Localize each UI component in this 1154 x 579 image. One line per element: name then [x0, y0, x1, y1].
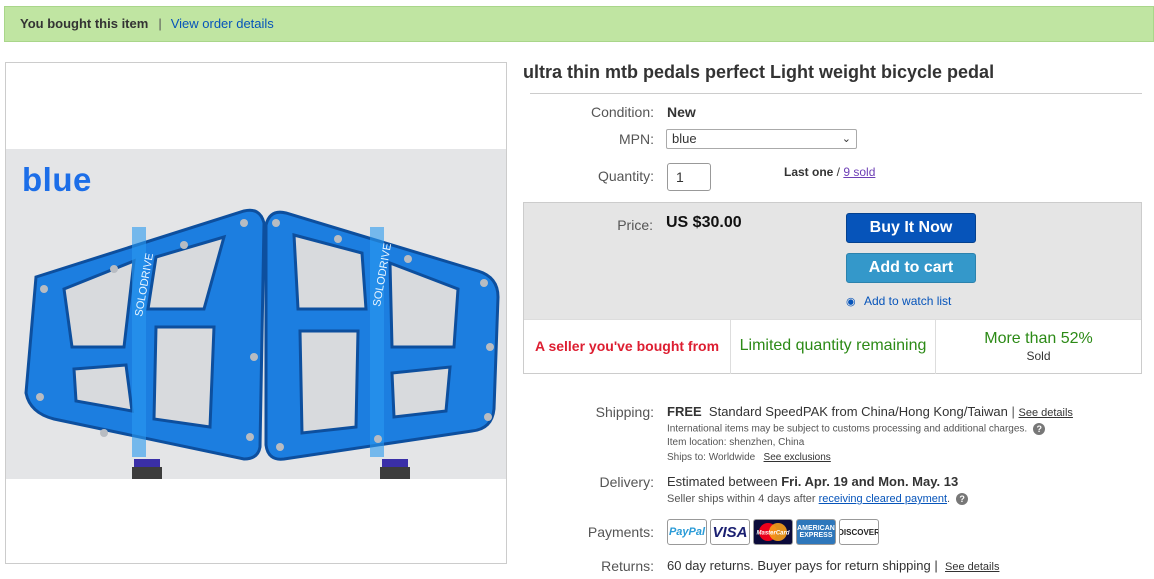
returns-text: 60 day returns. Buyer pays for return sh… — [667, 558, 931, 573]
item-location: Item location: shenzhen, China — [667, 437, 805, 448]
price-value: US $30.00 — [666, 214, 742, 231]
returns-pipe: | — [934, 558, 938, 573]
returns-label: Returns: — [601, 558, 654, 574]
help-icon[interactable]: ? — [956, 493, 969, 506]
condition-value: New — [667, 104, 696, 120]
visa-logo: VISA — [710, 519, 750, 545]
product-photo[interactable]: SOLODRIVE SOLODRIVE blue — [6, 149, 506, 479]
availability-slash: / — [833, 165, 844, 179]
product-image-panel[interactable]: SOLODRIVE SOLODRIVE blue — [5, 62, 507, 564]
right-pedal: SOLODRIVE — [264, 210, 500, 479]
paypal-logo: PayPal — [667, 519, 707, 545]
shipping-free: FREE — [667, 404, 702, 419]
amex-logo: AMERICAN EXPRESS — [796, 519, 836, 545]
customs-note-text: International items may be subject to cu… — [667, 423, 1028, 435]
mpn-label: MPN: — [619, 131, 654, 147]
payment-methods: PayPal VISA MasterCard AMERICAN EXPRESS … — [667, 519, 879, 545]
handling-note: Seller ships within 4 days after receivi… — [667, 493, 969, 506]
title-divider — [530, 93, 1142, 94]
sold-percent-text: More than 52% — [984, 330, 1093, 347]
mastercard-logo: MasterCard — [753, 519, 793, 545]
delivery-estimate: Estimated between Fri. Apr. 19 and Mon. … — [667, 474, 958, 489]
sold-count-link[interactable]: 9 sold — [843, 165, 875, 179]
mpn-selected-value: blue — [672, 131, 697, 146]
sold-percent-highlight: More than 52% Sold — [936, 320, 1141, 374]
handling-suffix: . — [947, 493, 951, 505]
shipping-pipe: | — [1011, 404, 1015, 419]
ships-to: Ships to: Worldwide See exclusions — [667, 452, 831, 463]
add-to-watch-list-link[interactable]: ◉ Add to watch list — [846, 294, 951, 308]
ships-to-text: Ships to: Worldwide — [667, 452, 756, 463]
cleared-payment-link[interactable]: receiving cleared payment — [819, 493, 947, 505]
chevron-down-icon: ⌄ — [841, 133, 851, 145]
customs-note: International items may be subject to cu… — [667, 423, 1046, 435]
item-title: ultra thin mtb pedals perfect Light weig… — [523, 62, 995, 82]
purchase-banner: You bought this item | View order details — [4, 6, 1154, 42]
price-box: Price: US $30.00 Buy It Now Add to cart … — [523, 202, 1142, 374]
shipping-label: Shipping: — [595, 404, 654, 420]
help-icon[interactable]: ? — [1033, 423, 1046, 435]
delivery-prefix: Estimated between — [667, 474, 782, 489]
payments-label: Payments: — [587, 524, 654, 540]
discover-logo: DISCOVER — [839, 519, 879, 545]
see-exclusions-link[interactable]: See exclusions — [764, 452, 831, 463]
color-overlay-label: blue — [22, 161, 92, 198]
returns-policy: 60 day returns. Buyer pays for return sh… — [667, 558, 999, 573]
shipping-details-link[interactable]: See details — [1019, 407, 1073, 419]
left-pedal: SOLODRIVE — [24, 208, 266, 479]
delivery-range: Fri. Apr. 19 and Mon. May. 13 — [781, 474, 959, 489]
handling-prefix: Seller ships within 4 days after — [667, 493, 819, 505]
bought-text: You bought this item — [20, 16, 149, 31]
limited-quantity-highlight: Limited quantity remaining — [731, 320, 936, 374]
buy-it-now-button[interactable]: Buy It Now — [846, 213, 976, 243]
item-highlights: A seller you've bought from Limited quan… — [524, 319, 1141, 374]
banner-separator: | — [158, 16, 162, 31]
view-order-details-link[interactable]: View order details — [171, 16, 274, 31]
returns-details-link[interactable]: See details — [945, 561, 999, 573]
sold-text: Sold — [1026, 349, 1051, 363]
availability-text: Last one / 9 sold — [784, 165, 875, 179]
condition-label: Condition: — [590, 104, 654, 120]
eye-icon: ◉ — [846, 296, 856, 308]
mpn-select[interactable]: blue ⌄ — [666, 129, 857, 149]
price-label: Price: — [617, 217, 653, 233]
shipping-method: Standard SpeedPAK from China/Hong Kong/T… — [708, 404, 1008, 419]
shipping-info: FREE Standard SpeedPAK from China/Hong K… — [667, 404, 1073, 419]
watch-list-label: Add to watch list — [864, 294, 952, 308]
quantity-input[interactable]: 1 — [667, 163, 711, 191]
last-one-text: Last one — [784, 165, 834, 179]
svg-text:MasterCard: MasterCard — [756, 531, 789, 537]
add-to-cart-button[interactable]: Add to cart — [846, 253, 976, 283]
delivery-label: Delivery: — [599, 474, 654, 490]
quantity-label: Quantity: — [597, 168, 654, 184]
seller-highlight: A seller you've bought from — [524, 320, 731, 374]
